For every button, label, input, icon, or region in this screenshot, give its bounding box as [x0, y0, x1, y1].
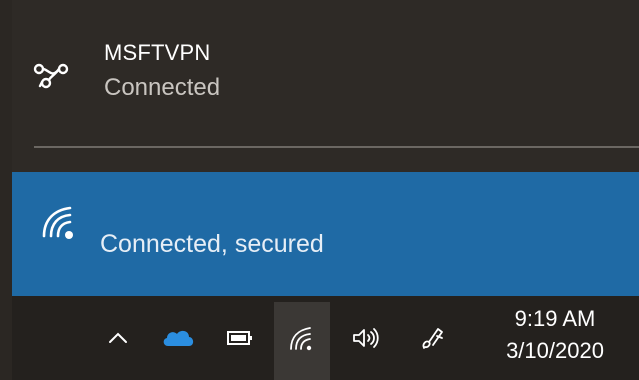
vpn-status: Connected [104, 74, 221, 101]
taskbar: 9:19 AM 3/10/2020 [12, 296, 639, 380]
vpn-link-icon [32, 55, 70, 93]
screen: MSFTVPN Connected Connected, secured 9:1… [0, 0, 639, 380]
wifi-connection-item[interactable]: Connected, secured [12, 172, 639, 296]
divider [34, 146, 639, 148]
onedrive-cloud-icon[interactable] [156, 316, 200, 360]
network-button[interactable] [274, 302, 330, 380]
vpn-connection-item[interactable]: MSFTVPN Connected [12, 0, 639, 146]
pen-icon[interactable] [410, 316, 454, 360]
network-flyout: MSFTVPN Connected Connected, secured [12, 0, 639, 296]
vpn-name: MSFTVPN [104, 40, 211, 65]
wifi-icon [40, 202, 80, 242]
clock-time: 9:19 AM [514, 306, 596, 331]
chevron-up-icon[interactable] [96, 316, 140, 360]
battery-icon[interactable] [218, 316, 262, 360]
wifi-status: Connected, secured [100, 230, 324, 258]
wifi-network-icon [280, 316, 324, 360]
volume-icon[interactable] [344, 316, 388, 360]
taskbar-clock[interactable]: 9:19 AM 3/10/2020 [480, 304, 630, 368]
clock-date: 3/10/2020 [506, 338, 604, 363]
